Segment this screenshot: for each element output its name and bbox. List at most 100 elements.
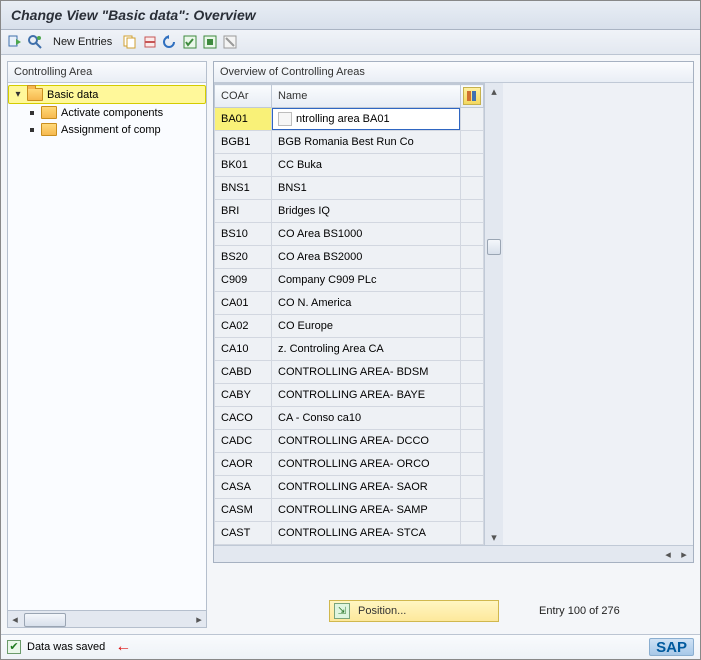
scrollbar-track[interactable] [485,99,503,529]
cell-spacer [461,223,484,246]
cell-spacer [461,131,484,154]
cell-name[interactable]: CA - Conso ca10 [272,407,461,430]
scroll-up-icon[interactable]: ▴ [486,83,502,99]
cell-coar[interactable]: C909 [215,269,272,292]
tree-node-basic-data[interactable]: ▾ Basic data [8,85,206,104]
table-row[interactable]: C909Company C909 PLc [215,269,484,292]
cell-name[interactable]: CO N. America [272,292,461,315]
table-row[interactable]: CADCCONTROLLING AREA- DCCO [215,430,484,453]
cell-name[interactable]: z. Controling Area CA [272,338,461,361]
cell-coar[interactable]: CA02 [215,315,272,338]
undo-icon[interactable] [162,34,178,50]
table-row[interactable]: BA01ntrolling area BA01 [215,108,484,131]
cell-coar[interactable]: CABY [215,384,272,407]
value-help-icon[interactable] [278,112,292,126]
cell-name[interactable]: Bridges IQ [272,200,461,223]
cell-name[interactable]: CONTROLLING AREA- SAMP [272,499,461,522]
cell-coar[interactable]: BK01 [215,154,272,177]
column-coar[interactable]: COAr [215,85,272,108]
delete-icon[interactable] [142,34,158,50]
scroll-down-icon[interactable]: ▾ [486,529,502,545]
scrollbar-thumb[interactable] [487,239,501,255]
collapse-icon[interactable]: ▾ [13,90,23,100]
cell-coar[interactable]: CABD [215,361,272,384]
cell-coar[interactable]: CASA [215,476,272,499]
cell-name[interactable]: CC Buka [272,154,461,177]
scroll-right-icon[interactable]: ▸ [677,547,691,561]
table-row[interactable]: BGB1BGB Romania Best Run Co [215,131,484,154]
table-horizontal-scrollbar[interactable]: ◂ ▸ [214,545,693,562]
tree-body: ▾ Basic data Activate components Assignm… [8,83,206,610]
app-window: Change View "Basic data": Overview New E… [0,0,701,660]
cell-spacer [461,315,484,338]
cell-coar[interactable]: BA01 [215,108,272,131]
sap-logo: SAP [649,638,694,656]
cell-coar[interactable]: BGB1 [215,131,272,154]
position-row: ⇲ Position... Entry 100 of 276 [213,590,694,628]
scroll-left-icon[interactable]: ◂ [8,612,22,626]
cell-name[interactable]: Company C909 PLc [272,269,461,292]
table-row[interactable]: CAORCONTROLLING AREA- ORCO [215,453,484,476]
position-icon: ⇲ [334,603,350,619]
cell-spacer [461,476,484,499]
cell-name-text: BNS1 [278,182,307,194]
deselect-all-icon[interactable] [222,34,238,50]
other-view-icon[interactable] [7,34,23,50]
cell-coar[interactable]: CADC [215,430,272,453]
table-row[interactable]: CABYCONTROLLING AREA- BAYE [215,384,484,407]
select-all-icon[interactable] [182,34,198,50]
table-row[interactable]: BRIBridges IQ [215,200,484,223]
cell-name[interactable]: CONTROLLING AREA- BDSM [272,361,461,384]
cell-coar[interactable]: BRI [215,200,272,223]
table-row[interactable]: CABDCONTROLLING AREA- BDSM [215,361,484,384]
table-row[interactable]: CASTCONTROLLING AREA- STCA [215,522,484,545]
cell-name[interactable]: CONTROLLING AREA- DCCO [272,430,461,453]
table-row[interactable]: CA10z. Controling Area CA [215,338,484,361]
new-entries-button[interactable]: New Entries [51,36,114,48]
cell-name[interactable]: CO Europe [272,315,461,338]
table-row[interactable]: BK01CC Buka [215,154,484,177]
tree-node-assignment-of-company[interactable]: Assignment of comp [8,121,206,138]
cell-name[interactable]: CONTROLLING AREA- STCA [272,522,461,545]
cell-coar[interactable]: CA01 [215,292,272,315]
cell-name[interactable]: BNS1 [272,177,461,200]
cell-coar[interactable]: BNS1 [215,177,272,200]
table-row[interactable]: CA02 CO Europe [215,315,484,338]
cell-coar[interactable]: CA10 [215,338,272,361]
tree-horizontal-scrollbar[interactable]: ◂ ▸ [7,611,207,628]
table-row[interactable]: CASACONTROLLING AREA- SAOR [215,476,484,499]
table-row[interactable]: CA01CO N. America [215,292,484,315]
cell-coar[interactable]: CAST [215,522,272,545]
scroll-right-icon[interactable]: ▸ [192,612,206,626]
cell-name-text: CO Europe [278,320,333,332]
folder-icon [41,123,57,136]
cell-name[interactable]: BGB Romania Best Run Co [272,131,461,154]
table-vertical-scrollbar[interactable]: ▴ ▾ [484,83,503,545]
cell-coar[interactable]: BS10 [215,223,272,246]
cell-name[interactable]: CONTROLLING AREA- BAYE [272,384,461,407]
table-row[interactable]: BNS1 BNS1 [215,177,484,200]
scrollbar-thumb[interactable] [24,613,66,627]
copy-icon[interactable] [122,34,138,50]
table-row[interactable]: BS10CO Area BS1000 [215,223,484,246]
select-block-icon[interactable] [202,34,218,50]
table-row[interactable]: CACOCA - Conso ca10 [215,407,484,430]
configure-columns-button[interactable] [461,85,484,108]
cell-name[interactable]: CONTROLLING AREA- SAOR [272,476,461,499]
table-row[interactable]: BS20CO Area BS2000 [215,246,484,269]
application-toolbar: New Entries [1,30,700,55]
cell-name[interactable]: CO Area BS2000 [272,246,461,269]
tree-node-activate-components[interactable]: Activate components [8,104,206,121]
cell-coar[interactable]: BS20 [215,246,272,269]
position-button[interactable]: ⇲ Position... [329,600,499,622]
cell-name[interactable]: CONTROLLING AREA- ORCO [272,453,461,476]
cell-name[interactable]: ntrolling area BA01 [272,108,461,131]
cell-coar[interactable]: CACO [215,407,272,430]
find-icon[interactable] [27,34,43,50]
cell-coar[interactable]: CAOR [215,453,272,476]
cell-name[interactable]: CO Area BS1000 [272,223,461,246]
cell-coar[interactable]: CASM [215,499,272,522]
table-row[interactable]: CASMCONTROLLING AREA- SAMP [215,499,484,522]
scroll-left-icon[interactable]: ◂ [661,547,675,561]
column-name[interactable]: Name [272,85,461,108]
